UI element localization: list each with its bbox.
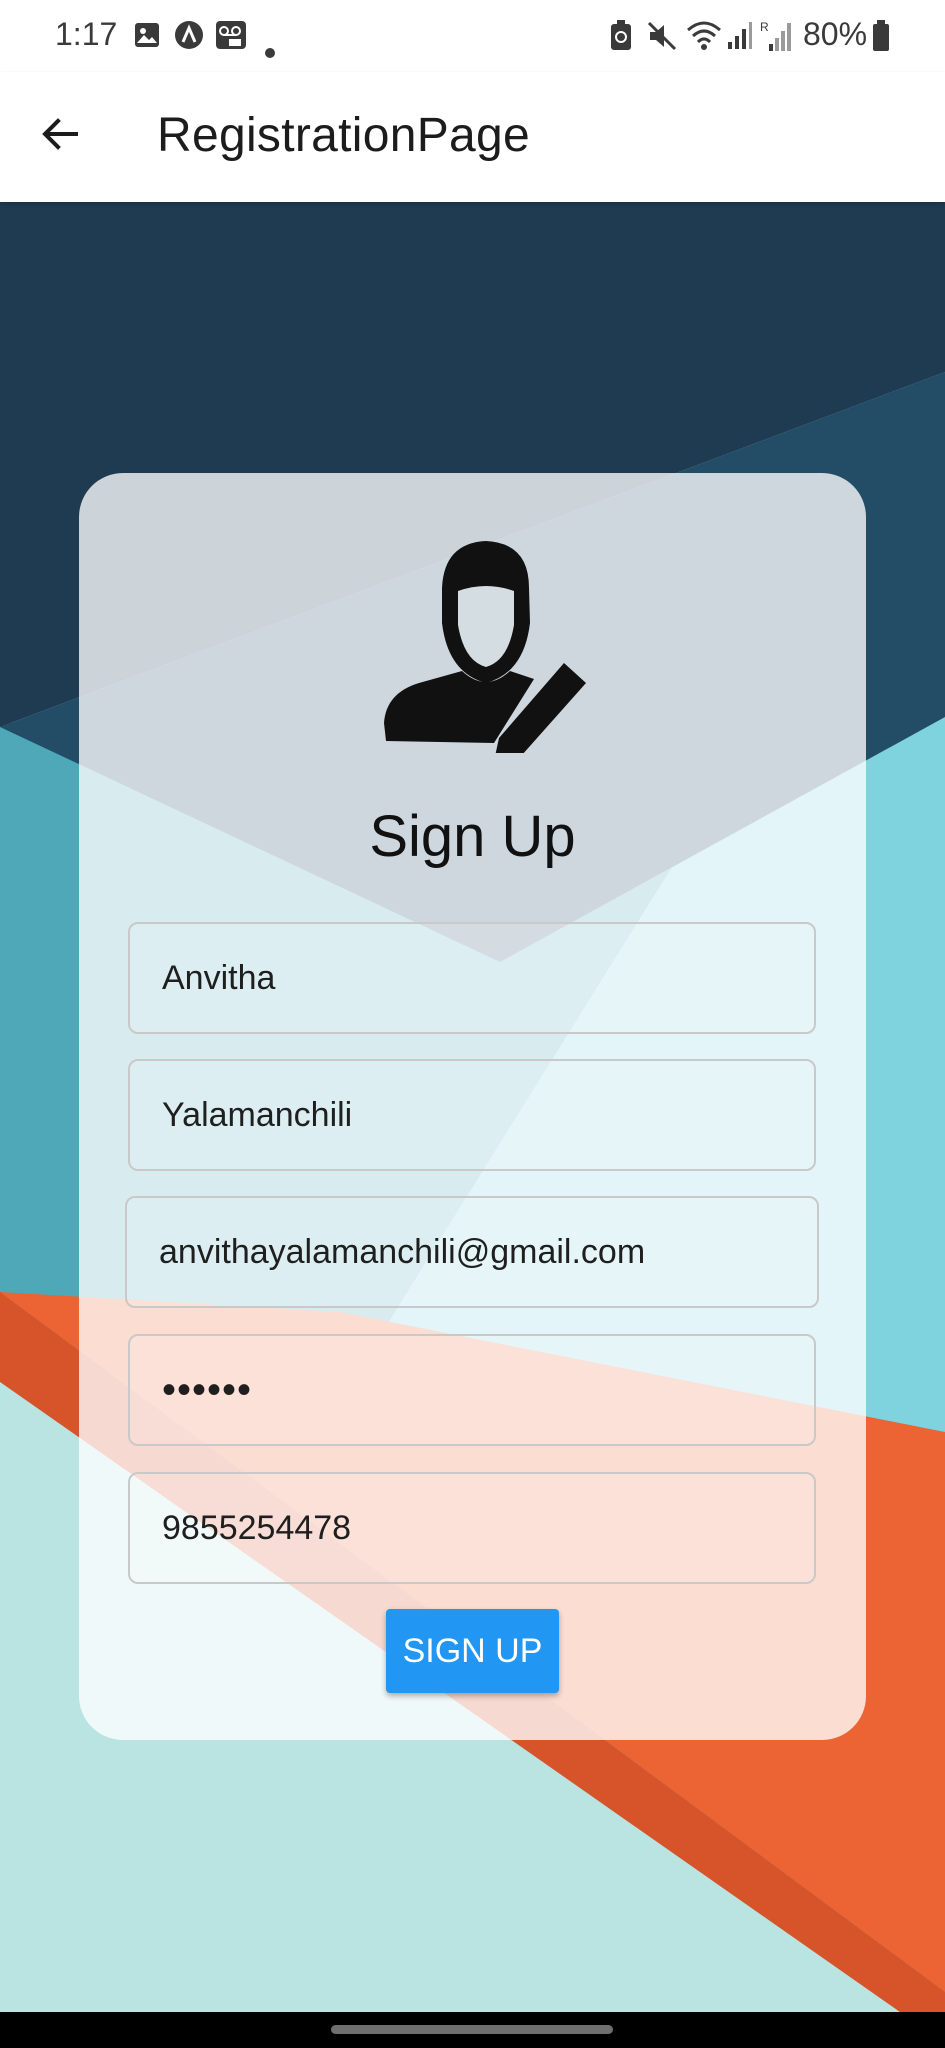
app-bar: RegistrationPage (0, 72, 945, 202)
back-button[interactable] (36, 110, 84, 158)
first-name-input[interactable] (130, 924, 814, 1032)
phone-input[interactable] (130, 1474, 814, 1582)
app-icon (174, 20, 204, 58)
password-field[interactable] (128, 1334, 816, 1446)
signup-card: Sign Up SIGN UP (79, 473, 866, 1740)
wifi-icon (686, 20, 722, 60)
sign-up-button[interactable]: SIGN UP (386, 1609, 559, 1693)
home-indicator[interactable] (331, 2025, 613, 2034)
battery-icon (872, 20, 890, 60)
phone-field[interactable] (128, 1472, 816, 1584)
gallery-icon (133, 20, 161, 57)
svg-text:R: R (760, 20, 769, 34)
last-name-field[interactable] (128, 1059, 816, 1171)
battery-saver-icon (609, 20, 633, 60)
form-title: Sign Up (369, 804, 576, 869)
arrow-back-icon (36, 118, 84, 162)
mute-icon (646, 20, 678, 60)
battery-percent: 80% (803, 16, 868, 52)
last-name-input[interactable] (130, 1061, 814, 1169)
user-edit-icon (374, 533, 594, 761)
password-input[interactable] (130, 1336, 814, 1444)
notification-dot-icon (264, 30, 276, 67)
status-time: 1:17 (55, 16, 118, 52)
voicemail-icon (215, 20, 247, 58)
first-name-field[interactable] (128, 922, 816, 1034)
signal-icon (727, 20, 753, 58)
system-nav-bar (0, 2012, 945, 2048)
page-title: RegistrationPage (157, 109, 531, 162)
email-input[interactable] (127, 1198, 817, 1306)
roaming-signal-icon: R (760, 20, 792, 60)
email-field[interactable] (125, 1196, 819, 1308)
status-bar: 1:17 R 80% (0, 0, 945, 72)
